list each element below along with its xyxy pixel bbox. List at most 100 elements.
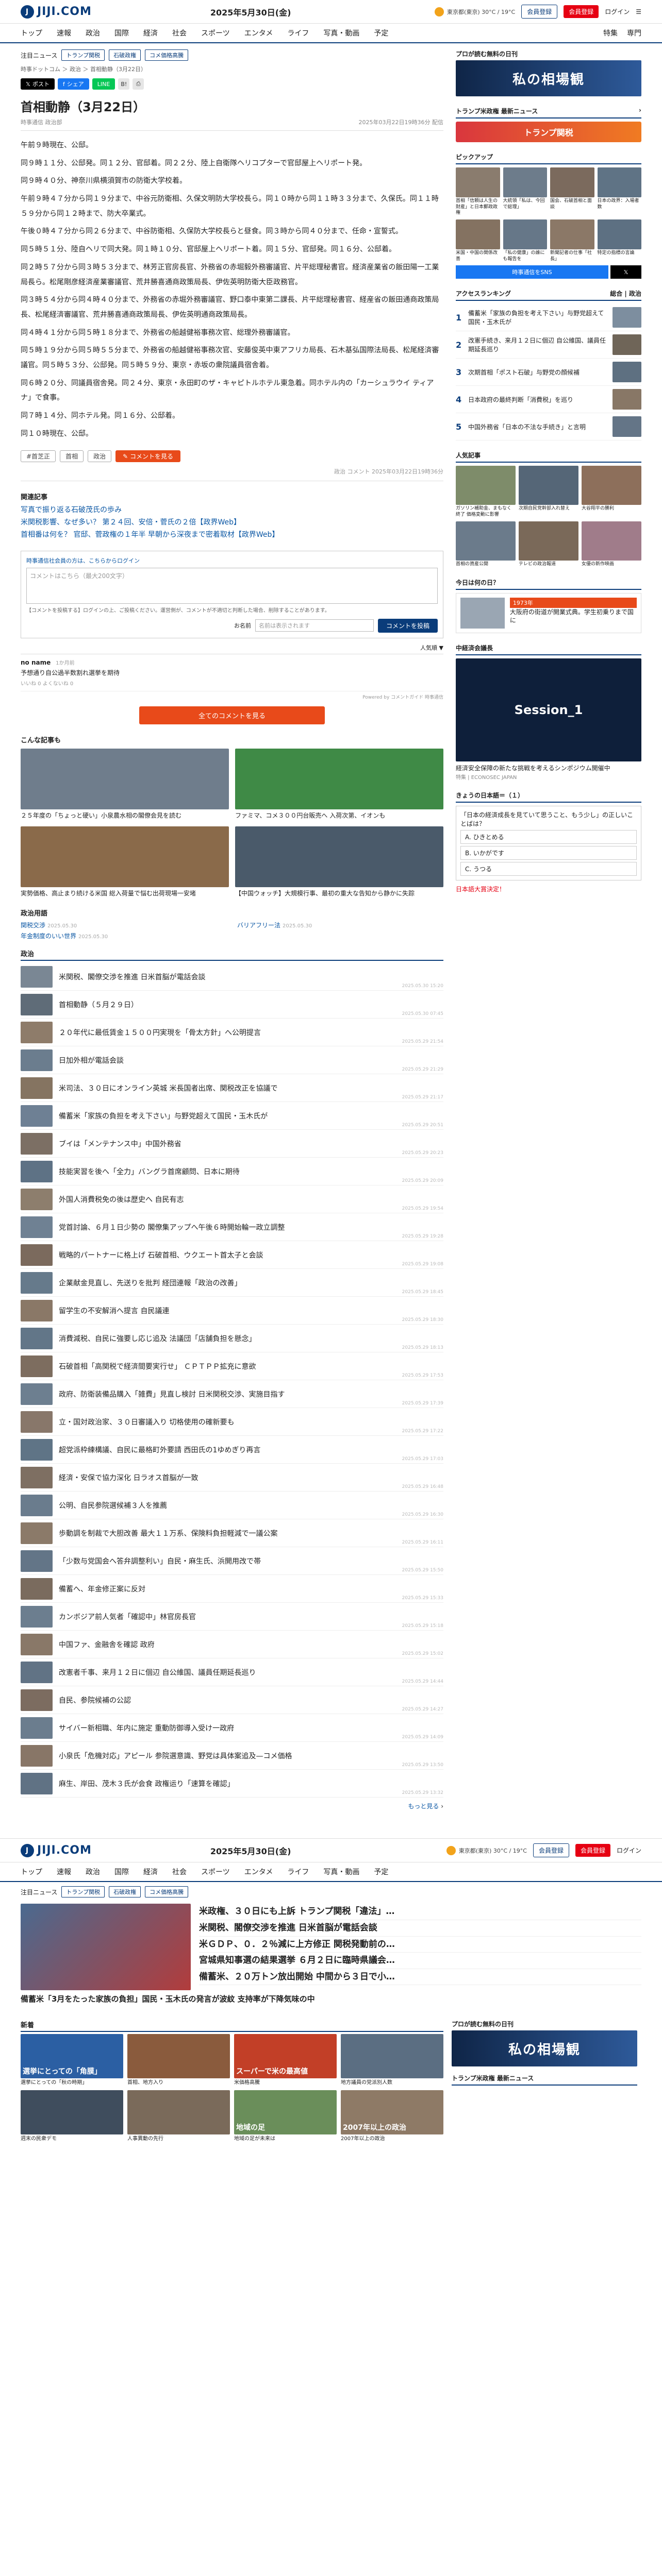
quiz-option[interactable]: C. うつる	[460, 861, 637, 876]
share-x-button[interactable]: 𝕏 ポスト	[21, 78, 55, 90]
share-facebook-button[interactable]: f シェア	[57, 78, 89, 90]
list-item[interactable]: ２０年代に最低賃金１５００円実現を「骨太方針」へ公明提言 2025.05.29 2…	[21, 1019, 443, 1047]
popular-card[interactable]: 女優の新作映画	[582, 521, 641, 568]
list-title[interactable]: カンボジア前人気者「確認中」林官房長官	[59, 1612, 196, 1622]
weather-widget[interactable]: 東京都(東京) 30°C / 19°C	[446, 1845, 527, 1855]
list-item[interactable]: 政府、防衛装備品購入「雑費」見直し検討 日米関税交渉、実施目指す 2025.05.…	[21, 1380, 443, 1409]
free-register-button[interactable]: 会員登録	[533, 1843, 569, 1858]
nav-item[interactable]: 速報	[57, 28, 71, 38]
nav-item[interactable]: 国際	[114, 1867, 129, 1877]
hero-headline[interactable]: 米関税、閣僚交渉を推進 日米首脳が電話会談	[199, 1920, 641, 1937]
list-title[interactable]: 自民、参院候補の公認	[59, 1695, 131, 1705]
list-item[interactable]: ブイは「メンテナンス中」中国外務省 2025.05.29 20:23	[21, 1130, 443, 1158]
soba-banner[interactable]: 私の相場観	[452, 2030, 637, 2067]
chevron-right-icon[interactable]: ›	[639, 107, 641, 115]
related-link[interactable]: 写真で振り返る石破茂氏の歩み	[21, 504, 443, 517]
list-item[interactable]: 外国人消費税免の後は歴史へ 自民有志 2025.05.29 19:54	[21, 1185, 443, 1214]
nav-item[interactable]: 予定	[374, 1867, 388, 1877]
pickup-card[interactable]: 日本の政界：入場者数	[597, 167, 641, 216]
nav-item[interactable]: 経済	[143, 1867, 158, 1877]
topic-chip[interactable]: 石破政権	[109, 1886, 141, 1898]
list-item[interactable]: 米関税、閣僚交渉を推進 日米首脳が電話会談 2025.05.30 15:20	[21, 963, 443, 991]
tag-link[interactable]: #首芝正	[21, 450, 56, 463]
comment-votes[interactable]: いいね 0 よくないね 0	[21, 679, 443, 687]
nav-item[interactable]: ライフ	[287, 28, 309, 38]
pickup-card[interactable]: 国会、石破首相と面談	[550, 167, 594, 216]
list-item[interactable]: 備蓄米「家族の負担を考え下さい」与野党超えて国民・玉木氏が 2025.05.29 …	[21, 1102, 443, 1130]
list-title[interactable]: ブイは「メンテナンス中」中国外務省	[59, 1139, 181, 1149]
list-title[interactable]: 首相動静（５月２９日）	[59, 999, 138, 1010]
popular-card[interactable]: 大谷翔平の勝利	[582, 466, 641, 518]
recommend-card[interactable]: ２５年度の「ちょっと硬い」小泉農水相の閣僚会見を読む	[21, 748, 229, 820]
list-item[interactable]: 留学生の不安解消へ提言 自民議連 2025.05.29 18:30	[21, 1297, 443, 1325]
ranking-item[interactable]: 3 次期首相「ポスト石破」与野党の顔候補	[456, 359, 641, 386]
list-item[interactable]: 戦略的パートナーに格上げ 石破首相、ウクエート首太子と会談 2025.05.29 …	[21, 1241, 443, 1269]
list-item[interactable]: 麻生、岸田、茂木３氏が会食 政権运り「速算を確認」 2025.05.29 13:3…	[21, 1770, 443, 1798]
list-item[interactable]: 技能実習を後へ「全力」バングラ首席顧問、日本に期待 2025.05.29 20:0…	[21, 1158, 443, 1186]
popular-card[interactable]: 首相の資産公開	[456, 521, 516, 568]
news-card[interactable]: 首相、地方入り	[127, 2034, 230, 2086]
list-item[interactable]: 石破首相「高関税で経済間要実行せ」 ＣＰＴＰＰ拡充に意欲 2025.05.29 1…	[21, 1352, 443, 1381]
news-card[interactable]: 2007年以上の政治 2007年以上の政治	[341, 2090, 443, 2142]
soba-banner[interactable]: 私の相場観	[456, 60, 641, 96]
list-title[interactable]: 日加外相が電話会談	[59, 1055, 124, 1065]
free-register-button[interactable]: 会員登録	[521, 5, 558, 19]
hero-caption[interactable]: 備蓄米「3月をたった家族の負担」国民・玉木氏の発言が波紋 支持率が下降気味の中	[21, 1993, 641, 2004]
facebook-sns-button[interactable]: 時事通信をSNS	[456, 265, 608, 279]
topic-chip[interactable]: コメ価格高騰	[145, 49, 189, 61]
list-item[interactable]: 立・国対政治家、３０日審議入り 切格使用の確新要も 2025.05.29 17:2…	[21, 1408, 443, 1436]
list-title[interactable]: 小泉氏「危機対応」アピール 参院選意識、野党は具体案追及—コメ価格	[59, 1751, 292, 1761]
pickup-card[interactable]: 新聞記者の仕事「社長」	[550, 219, 594, 262]
pickup-card[interactable]: 首相「信頼は人生の財産」と日本郵政政権	[456, 167, 500, 216]
list-item[interactable]: サイバー新相職、年内に施定 重動防御導入受け一政府 2025.05.29 14:0…	[21, 1714, 443, 1742]
popular-card[interactable]: テレビの政治報道	[519, 521, 578, 568]
list-item[interactable]: 公明、自民参院選候補３人を推薦 2025.05.29 16:30	[21, 1492, 443, 1520]
recommend-card[interactable]: 実勢価格、高止まり続ける米国 総入荷量で悩む出荷現場一安堵	[21, 826, 229, 898]
menu-icon[interactable]: ☰	[636, 8, 641, 15]
list-title[interactable]: サイバー新相職、年内に施定 重動防御導入受け一政府	[59, 1723, 234, 1733]
nav-item[interactable]: 専門	[627, 28, 641, 38]
ad-caption[interactable]: 経済安全保障の新たな挑戦を考えるシンポジウム開催中	[456, 764, 641, 773]
list-title[interactable]: 米関税、閣僚交渉を推進 日米首脳が電話会談	[59, 972, 205, 982]
news-card[interactable]: 週末の民衆デモ	[21, 2090, 123, 2142]
member-register-button[interactable]: 会員登録	[575, 1844, 610, 1857]
nav-item[interactable]: 政治	[86, 1867, 100, 1877]
topic-chip[interactable]: 石破政権	[109, 49, 141, 61]
nav-item[interactable]: エンタメ	[244, 1867, 273, 1877]
nav-item[interactable]: 国際	[114, 28, 129, 38]
nav-item[interactable]: ライフ	[287, 1867, 309, 1877]
comment-sort[interactable]: 人気順 ▼	[21, 643, 443, 654]
nav-item[interactable]: 社会	[172, 1867, 187, 1877]
list-title[interactable]: ２０年代に最低賃金１５００円実現を「骨太方針」へ公明提言	[59, 1027, 261, 1038]
ranking-item[interactable]: 4 日本政府の最終判断「消費税」を巡り	[456, 386, 641, 414]
quiz-link[interactable]: 日本語大賞決定！	[456, 885, 641, 893]
recommend-card[interactable]: 【中国ウォッチ】大規模行事、最初の重大な告知から静かに失踪	[235, 826, 443, 898]
nav-item[interactable]: 政治	[86, 28, 100, 38]
news-card[interactable]: 地域の足 地域の足が未来は	[234, 2090, 337, 2142]
list-title[interactable]: 外国人消費税免の後は歴史へ 自民有志	[59, 1194, 184, 1205]
list-item[interactable]: カンボジア前人気者「確認中」林官房長官 2025.05.29 15:18	[21, 1603, 443, 1631]
ranking-item[interactable]: 2 改憲手続き、来月１２日に個辺 自公維国、議員任期延長巡り	[456, 331, 641, 359]
nav-item[interactable]: 予定	[374, 28, 388, 38]
list-title[interactable]: 米司法、３０日にオンライン英城 米長国者出席、関税改正を協議で	[59, 1083, 277, 1093]
print-icon[interactable]: ⎙	[133, 78, 144, 90]
topic-chip[interactable]: トランプ関税	[61, 49, 105, 61]
list-title[interactable]: 改憲者千事、来月１２日に個辺 自公維国、議員任期延長巡り	[59, 1667, 256, 1677]
nav-item[interactable]: 速報	[57, 1867, 71, 1877]
term-text[interactable]: バリアフリー法	[237, 922, 280, 929]
list-item[interactable]: 自民、参院候補の公認 2025.05.29 14:27	[21, 1686, 443, 1715]
hero-headline[interactable]: 米ＧＤＰ、０．２％減に上方修正 関税発動前の…	[199, 1937, 641, 1953]
popular-card[interactable]: ガソリン補助金、まもなく終了 価格変動に影響	[456, 466, 516, 518]
name-input[interactable]: 名前は表示されます	[255, 619, 374, 632]
weather-widget[interactable]: 東京都(東京) 30°C / 19°C	[435, 7, 515, 16]
list-title[interactable]: 「少数与党国会へ答弁調整利い」自民・麻生氏、浜開用改で帯	[59, 1556, 261, 1566]
list-item[interactable]: 超党派枠練構議、自民に最格町外要請 西田氏の1ゆめぎり再言 2025.05.29 …	[21, 1436, 443, 1464]
ranking-item[interactable]: 5 中国外務省「日本の不法な手続き」と言明	[456, 413, 641, 441]
list-item[interactable]: 「少数与党国会へ答弁調整利い」自民・麻生氏、浜開用改で帯 2025.05.29 1…	[21, 1547, 443, 1575]
topic-chip[interactable]: コメ価格高騰	[145, 1886, 189, 1898]
list-item[interactable]: 日加外相が電話会談 2025.05.29 21:29	[21, 1046, 443, 1075]
hero-headline[interactable]: 備蓄米、２０万トン放出開始 中間から３日で小…	[199, 1969, 641, 1986]
pickup-card[interactable]: 「私の健康」の誰にも報告を	[503, 219, 547, 262]
pickup-card[interactable]: 米国・中国の関係改善	[456, 219, 500, 262]
login-link[interactable]: ログイン	[617, 1846, 641, 1855]
